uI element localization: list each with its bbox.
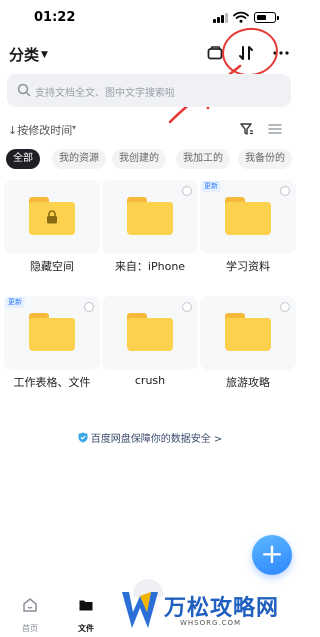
- sort-caret-icon[interactable]: ▾: [72, 123, 76, 132]
- folder-card[interactable]: 旅游攻略: [200, 296, 296, 396]
- select-checkbox[interactable]: [280, 302, 290, 312]
- title-dropdown-caret-icon[interactable]: ▼: [41, 50, 48, 60]
- folder-icon: [225, 313, 271, 351]
- folder-icon: [127, 197, 173, 235]
- folder-name: 来自：iPhone: [114, 260, 186, 273]
- folder-card[interactable]: crush: [102, 296, 198, 396]
- folder-icon: [225, 197, 271, 235]
- shield-icon: [78, 432, 88, 443]
- folder-card[interactable]: 来自：iPhone: [102, 180, 198, 280]
- select-checkbox[interactable]: [84, 302, 94, 312]
- watermark-title: 万松攻略网: [164, 596, 280, 621]
- battery-fill: [256, 14, 267, 20]
- page-title[interactable]: 分类: [9, 44, 39, 65]
- folder-icon: [79, 600, 93, 611]
- folder-name: 学习资料: [226, 260, 270, 273]
- update-badge: 更新: [5, 297, 25, 308]
- folder-name: 旅游攻略: [226, 376, 270, 389]
- folder-icon: [127, 313, 173, 351]
- nav-label-files: 文件: [78, 624, 94, 633]
- filter-chips: 全部 我的资源 我创建的 我加工的 我备份的: [0, 149, 300, 171]
- folder-name: 工作表格、文件: [13, 376, 91, 389]
- nav-item-home[interactable]: 首页: [10, 597, 50, 635]
- folder-icon: [29, 313, 75, 351]
- search-icon: [17, 83, 31, 97]
- cellular-signal-icon: [213, 13, 228, 23]
- search-placeholder: 支持文档全文、图中文字搜索啦: [35, 88, 175, 99]
- chip-processed[interactable]: 我加工的: [176, 149, 230, 169]
- status-time: 01:22: [34, 10, 76, 25]
- filter-icon[interactable]: [240, 122, 254, 136]
- lock-icon: [47, 210, 57, 224]
- watermark-logo: [122, 592, 158, 628]
- nav-label-home: 首页: [22, 624, 38, 633]
- search-input[interactable]: 支持文档全文、图中文字搜索啦: [7, 74, 291, 107]
- sort-button[interactable]: ↓按修改时间: [8, 122, 72, 138]
- select-checkbox[interactable]: [182, 302, 192, 312]
- security-notice[interactable]: 百度网盘保障你的数据安全 >: [0, 430, 300, 448]
- folder-icon: [29, 197, 75, 235]
- nav-item-files[interactable]: 文件: [66, 597, 106, 635]
- chip-backed-up[interactable]: 我备份的: [238, 149, 292, 169]
- battery-icon: [254, 12, 279, 23]
- watermark-subtitle: WHSORG.COM: [180, 619, 242, 627]
- chip-created[interactable]: 我创建的: [112, 149, 166, 169]
- folder-card[interactable]: 更新 工作表格、文件: [4, 296, 100, 396]
- chip-resources[interactable]: 我的资源: [52, 149, 106, 169]
- wifi-icon: [233, 11, 249, 23]
- update-badge: 更新: [201, 181, 221, 192]
- add-button[interactable]: +: [252, 535, 292, 575]
- home-icon: [23, 598, 37, 612]
- watermark: 万松攻略网 WHSORG.COM: [120, 588, 292, 634]
- folder-card[interactable]: 更新 学习资料: [200, 180, 296, 280]
- select-checkbox[interactable]: [182, 186, 192, 196]
- security-notice-text: 百度网盘保障你的数据安全 >: [90, 434, 223, 445]
- folder-name: 隐藏空间: [30, 260, 74, 273]
- select-checkbox[interactable]: [280, 186, 290, 196]
- folder-name: crush: [134, 374, 166, 387]
- chip-all[interactable]: 全部: [6, 149, 40, 169]
- folder-card[interactable]: 隐藏空间: [4, 180, 100, 280]
- sort-row: ↓按修改时间 ▾: [0, 116, 300, 142]
- list-view-icon[interactable]: [268, 122, 282, 136]
